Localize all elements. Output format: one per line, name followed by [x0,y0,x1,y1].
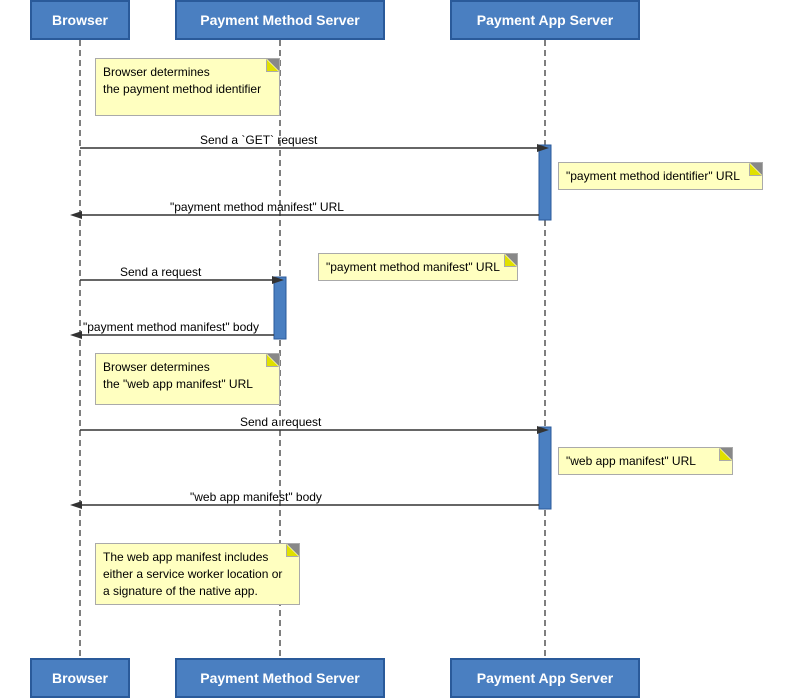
note-payment-method-manifest-url: "payment method manifest" URL [318,253,518,281]
sequence-diagram: Browser Payment Method Server Payment Ap… [0,0,800,698]
browser-actor-top: Browser [30,0,130,40]
note-payment-method-identifier-url: "payment method identifier" URL [558,162,763,190]
payment-app-server-actor-top: Payment App Server [450,0,640,40]
note-web-app-manifest-url: "web app manifest" URL [558,447,733,475]
arrow1-label: Send a `GET` request [200,133,317,147]
arrow3-label: Send a request [120,265,201,279]
note-browser-determines-payment-method: Browser determinesthe payment method ide… [95,58,280,116]
arrow2-label: "payment method manifest" URL [170,200,344,214]
arrow4-label: "payment method manifest" body [83,320,259,334]
note-web-app-manifest-includes: The web app manifest includeseither a se… [95,543,300,605]
arrow6-label: "web app manifest" body [190,490,322,504]
arrow5-label: Send a request [240,415,321,429]
note-browser-determines-web-app-manifest: Browser determinesthe "web app manifest"… [95,353,280,405]
payment-method-server-actor-bottom: Payment Method Server [175,658,385,698]
browser-actor-bottom: Browser [30,658,130,698]
payment-method-server-actor-top: Payment Method Server [175,0,385,40]
payment-app-server-actor-bottom: Payment App Server [450,658,640,698]
